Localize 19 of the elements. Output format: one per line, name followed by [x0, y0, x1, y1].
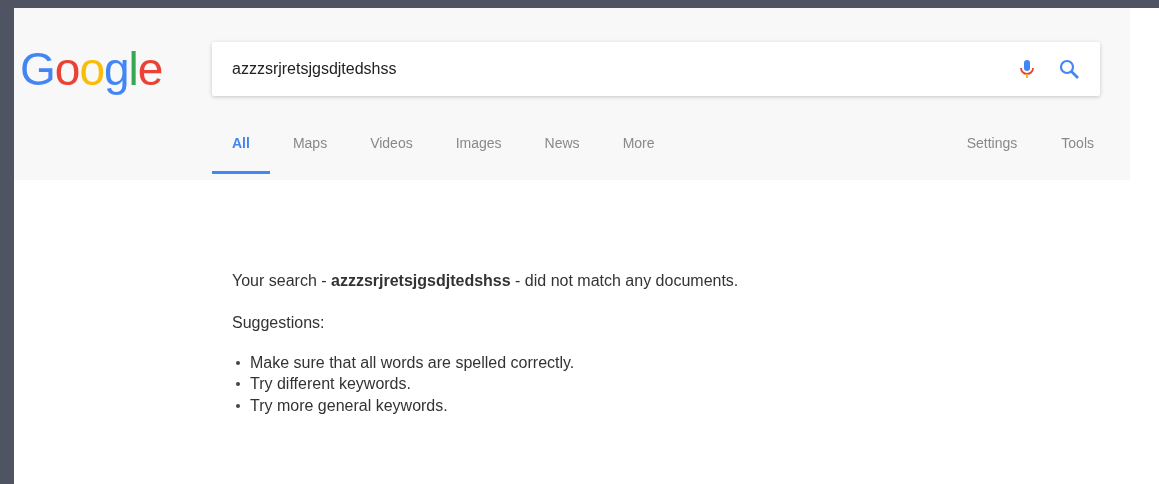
bullet-icon [236, 360, 240, 365]
tab[interactable]: Images [435, 135, 522, 174]
suggestion-text: Try different keywords. [250, 375, 411, 394]
search-icon[interactable] [1058, 58, 1080, 80]
suggestions-heading: Suggestions: [232, 314, 326, 332]
bullet-icon [236, 382, 240, 387]
tab[interactable]: All [212, 135, 270, 174]
suggestion-text: Make sure that all words are spelled correctly. [250, 353, 575, 372]
no-results-message: Your search - azzzsrjretsjgsdjtedshss - did not match any documents. [232, 272, 740, 290]
tab[interactable]: News [524, 135, 600, 174]
toolbar-link[interactable]: Settings [966, 135, 1018, 174]
bullet-icon [236, 403, 240, 408]
toolbar-link[interactable]: Tools [1061, 135, 1094, 174]
suggestion-text: Try more general keywords. [250, 396, 448, 415]
tab[interactable]: More [602, 135, 675, 174]
search-field[interactable]: azzzsrjretsjgsdjtedshss [212, 59, 1016, 79]
tab[interactable]: Videos [350, 135, 433, 174]
search-bar[interactable]: azzzsrjretsjgsdjtedshss [212, 42, 1100, 96]
tab[interactable]: Maps [272, 135, 348, 174]
